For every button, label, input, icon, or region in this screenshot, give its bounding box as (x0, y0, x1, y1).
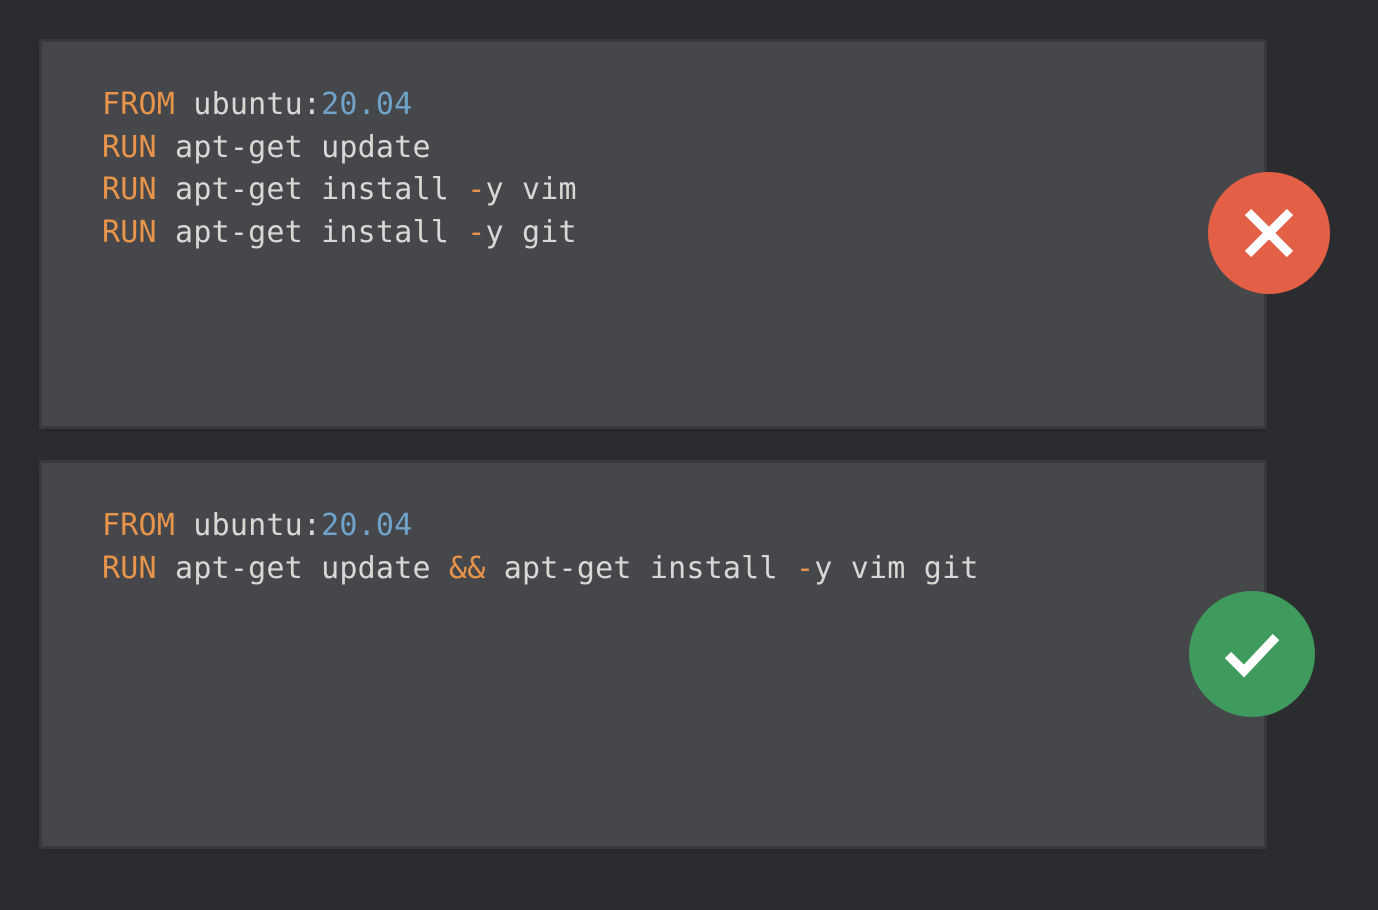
flag-dash-token: - (795, 550, 815, 586)
text-token: y vim (485, 172, 577, 207)
keyword-token: FROM (102, 87, 176, 122)
dockerfile-panel-correct: FROM ubuntu:20.04 RUN apt-get update && a… (42, 463, 1264, 846)
text-token: apt-get install (156, 172, 468, 207)
text-token: ubuntu: (175, 87, 322, 122)
text-token: y vim git (814, 550, 979, 586)
check-icon (1224, 633, 1280, 678)
incorrect-badge (1208, 172, 1330, 294)
text-token: apt-get update (156, 550, 449, 586)
and-operator-token: && (448, 550, 486, 586)
flag-dash-token: - (467, 214, 486, 250)
code-line: RUN apt-get update && apt-get install -y… (102, 548, 979, 591)
text-token: apt-get install (156, 214, 468, 250)
code-line: FROM ubuntu:20.04 (102, 84, 577, 127)
text-token: apt-get update (156, 129, 431, 165)
text-token: ubuntu: (175, 508, 322, 543)
version-token: 20.04 (321, 508, 413, 543)
text-token: apt-get install (485, 550, 796, 586)
keyword-token: RUN (102, 129, 157, 165)
version-token: 20.04 (321, 87, 413, 122)
keyword-token: RUN (102, 172, 157, 207)
correct-badge (1189, 591, 1315, 717)
dockerfile-code-incorrect: FROM ubuntu:20.04 RUN apt-get update RUN a… (102, 84, 577, 254)
code-line: RUN apt-get update (102, 127, 577, 170)
text-token: y git (485, 214, 577, 250)
keyword-token: RUN (102, 550, 157, 586)
dockerfile-panel-incorrect: FROM ubuntu:20.04 RUN apt-get update RUN a… (42, 42, 1264, 426)
flag-dash-token: - (467, 172, 486, 207)
x-icon (1244, 208, 1294, 258)
code-line: RUN apt-get install -y vim (102, 169, 577, 212)
code-line: RUN apt-get install -y git (102, 212, 577, 255)
dockerfile-code-correct: FROM ubuntu:20.04 RUN apt-get update && a… (102, 505, 979, 590)
keyword-token: RUN (102, 214, 157, 250)
keyword-token: FROM (102, 508, 176, 543)
code-line: FROM ubuntu:20.04 (102, 505, 979, 548)
